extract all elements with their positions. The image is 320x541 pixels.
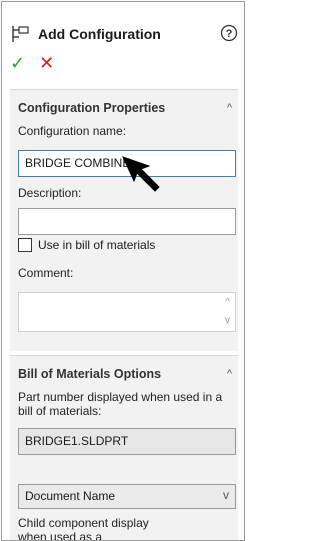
child-display-label: Child component display when used as a s…: [18, 516, 149, 541]
title-row: Add Configuration: [10, 24, 161, 44]
section-title[interactable]: Configuration Properties: [18, 101, 165, 115]
chevron-up-icon[interactable]: ^: [227, 102, 232, 114]
comment-label: Comment:: [18, 266, 74, 280]
close-icon[interactable]: ✕: [39, 54, 54, 72]
part-number-source-select[interactable]: Document Name v: [18, 484, 236, 509]
mouse-pointer-icon: [122, 156, 160, 192]
scroll-up-icon[interactable]: ^: [225, 297, 230, 308]
panel-header: Add Configuration ? ✓ ✕: [2, 2, 244, 82]
add-configuration-icon: [12, 26, 29, 42]
description-field[interactable]: [18, 208, 236, 235]
configuration-properties-section: Configuration Properties ^ Configuration…: [10, 89, 238, 351]
chevron-down-icon[interactable]: v: [223, 488, 229, 502]
part-number-field: BRIDGE1.SLDPRT: [18, 428, 236, 455]
action-buttons: ✓ ✕: [10, 54, 54, 72]
chevron-up-icon[interactable]: ^: [227, 368, 232, 380]
part-number-label: Part number displayed when used in a bil…: [18, 390, 223, 418]
use-in-bom-checkbox[interactable]: Use in bill of materials: [18, 238, 155, 252]
help-icon[interactable]: ?: [220, 24, 238, 42]
panel-title: Add Configuration: [38, 26, 161, 42]
section-title[interactable]: Bill of Materials Options: [18, 367, 161, 381]
configuration-name-label: Configuration name:: [18, 124, 127, 138]
description-label: Description:: [18, 186, 82, 200]
check-icon[interactable]: ✓: [10, 54, 25, 72]
checkbox-box[interactable]: [18, 238, 32, 252]
property-manager-panel: Add Configuration ? ✓ ✕ Configuration Pr…: [1, 1, 245, 541]
use-in-bom-label: Use in bill of materials: [38, 238, 156, 252]
svg-text:?: ?: [226, 28, 233, 40]
bill-of-materials-section: Bill of Materials Options ^ Part number …: [10, 355, 238, 541]
comment-field[interactable]: ^ v: [18, 292, 236, 332]
selected-option: Document Name: [25, 489, 116, 503]
scroll-down-icon[interactable]: v: [225, 315, 230, 326]
